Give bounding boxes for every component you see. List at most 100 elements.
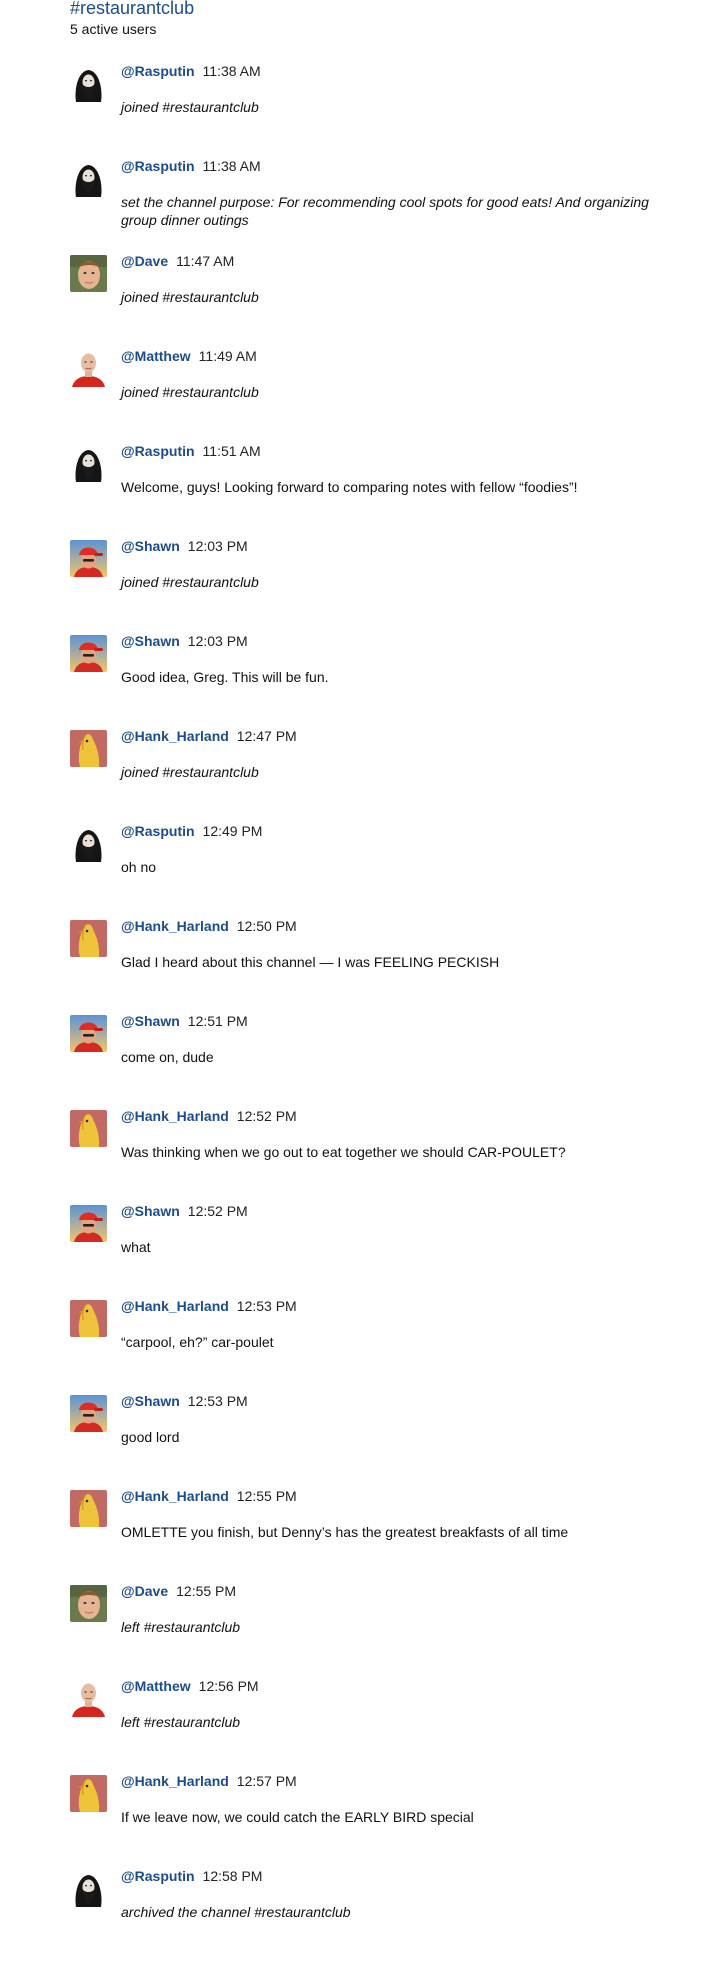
hank-avatar-icon[interactable] (70, 1300, 107, 1337)
system-message-text: joined #restaurantclub (121, 574, 259, 590)
message-item: @Hank_Harland 12:47 PM joined #restaurantc… (70, 728, 690, 823)
message-timestamp[interactable]: 11:49 AM (199, 348, 257, 364)
username-link[interactable]: @Rasputin (121, 823, 195, 839)
message-timestamp[interactable]: 12:57 PM (237, 1773, 297, 1789)
dave-avatar-icon[interactable] (70, 255, 107, 292)
message-item: @Rasputin 11:51 AM Welcome, guys! Looking … (70, 443, 690, 538)
username-link[interactable]: @Shawn (121, 538, 180, 554)
system-message-text: left #restaurantclub (121, 1619, 241, 1635)
dave-avatar-icon[interactable] (70, 1585, 107, 1622)
username-link[interactable]: @Hank_Harland (121, 1298, 229, 1314)
message-item: @Dave 11:47 AM joined #restaurantclub (70, 253, 690, 348)
message-header: @Matthew 12:56 PM (121, 1678, 259, 1694)
system-message-text: joined #restaurantclub (121, 384, 259, 400)
username-link[interactable]: @Rasputin (121, 63, 195, 79)
message-text: good lord (121, 1429, 180, 1445)
username-link[interactable]: @Hank_Harland (121, 918, 229, 934)
username-link[interactable]: @Rasputin (121, 158, 195, 174)
message-item: @Hank_Harland 12:52 PM Was thinking when w… (70, 1108, 690, 1203)
message-header: @Hank_Harland 12:55 PM (121, 1488, 297, 1504)
message-timestamp[interactable]: 12:51 PM (188, 1013, 248, 1029)
username-link[interactable]: @Hank_Harland (121, 1488, 229, 1504)
message-item: @Matthew 11:49 AM joined #restaurantclub (70, 348, 690, 443)
active-users-count: 5 active users (70, 21, 157, 37)
message-timestamp[interactable]: 11:47 AM (176, 253, 234, 269)
message-item: @Rasputin 12:58 PM archived the channel #r… (70, 1868, 690, 1963)
rasputin-avatar-icon[interactable] (70, 1870, 107, 1907)
shawn-avatar-icon[interactable] (70, 1205, 107, 1242)
message-text: oh no (121, 859, 157, 875)
message-timestamp[interactable]: 12:47 PM (237, 728, 297, 744)
username-link[interactable]: @Matthew (121, 1678, 191, 1694)
message-item: @Dave 12:55 PM left #restaurantclub (70, 1583, 690, 1678)
username-link[interactable]: @Hank_Harland (121, 1108, 229, 1124)
hank-avatar-icon[interactable] (70, 1490, 107, 1527)
message-header: @Hank_Harland 12:47 PM (121, 728, 297, 744)
message-header: @Rasputin 11:38 AM (121, 158, 261, 174)
matthew-avatar-icon[interactable] (70, 350, 107, 387)
system-message-text: joined #restaurantclub (121, 764, 259, 780)
channel-title[interactable]: #restaurantclub (70, 0, 690, 18)
message-header: @Shawn 12:03 PM (121, 633, 248, 649)
message-header: @Rasputin 11:38 AM (121, 63, 261, 79)
hank-avatar-icon[interactable] (70, 730, 107, 767)
message-item: @Shawn 12:03 PM joined #restaurantclub (70, 538, 690, 633)
system-message-text: set the channel purpose: For recommendin… (121, 194, 649, 228)
message-timestamp[interactable]: 12:53 PM (237, 1298, 297, 1314)
message-text: what (121, 1239, 151, 1255)
hank-avatar-icon[interactable] (70, 1110, 107, 1147)
hank-avatar-icon[interactable] (70, 920, 107, 957)
username-link[interactable]: @Rasputin (121, 1868, 195, 1884)
system-message-text: left #restaurantclub (121, 1714, 241, 1730)
matthew-avatar-icon[interactable] (70, 1680, 107, 1717)
shawn-avatar-icon[interactable] (70, 635, 107, 672)
system-message-text: archived the channel #restaurantclub (121, 1904, 351, 1920)
message-timestamp[interactable]: 12:52 PM (188, 1203, 248, 1219)
message-header: @Rasputin 12:58 PM (121, 1868, 262, 1884)
message-text: “carpool, eh?” car-poulet (121, 1334, 274, 1350)
message-list: @Rasputin 11:38 AM joined #restaurantclub @… (70, 63, 690, 1963)
shawn-avatar-icon[interactable] (70, 1395, 107, 1432)
message-timestamp[interactable]: 11:38 AM (203, 158, 261, 174)
message-timestamp[interactable]: 11:38 AM (203, 63, 261, 79)
message-item: @Hank_Harland 12:55 PM OMLETTE you finish,… (70, 1488, 690, 1583)
message-item: @Rasputin 11:38 AM set the channel purpose… (70, 158, 690, 253)
rasputin-avatar-icon[interactable] (70, 825, 107, 862)
message-header: @Shawn 12:51 PM (121, 1013, 248, 1029)
hank-avatar-icon[interactable] (70, 1775, 107, 1812)
username-link[interactable]: @Hank_Harland (121, 1773, 229, 1789)
message-timestamp[interactable]: 12:50 PM (237, 918, 297, 934)
system-message-text: joined #restaurantclub (121, 289, 259, 305)
message-text: If we leave now, we could catch the EARL… (121, 1809, 474, 1825)
username-link[interactable]: @Rasputin (121, 443, 195, 459)
message-timestamp[interactable]: 12:55 PM (237, 1488, 297, 1504)
message-timestamp[interactable]: 12:56 PM (199, 1678, 259, 1694)
message-timestamp[interactable]: 12:53 PM (188, 1393, 248, 1409)
message-timestamp[interactable]: 12:03 PM (188, 538, 248, 554)
rasputin-avatar-icon[interactable] (70, 160, 107, 197)
message-timestamp[interactable]: 12:03 PM (188, 633, 248, 649)
channel-header: #restaurantclub 5 active users (70, 0, 690, 38)
username-link[interactable]: @Dave (121, 1583, 168, 1599)
rasputin-avatar-icon[interactable] (70, 65, 107, 102)
message-timestamp[interactable]: 12:52 PM (237, 1108, 297, 1124)
message-item: @Matthew 12:56 PM left #restaurantclub (70, 1678, 690, 1773)
message-timestamp[interactable]: 12:49 PM (203, 823, 263, 839)
message-header: @Rasputin 11:51 AM (121, 443, 261, 459)
message-text: OMLETTE you finish, but Denny’s has the … (121, 1524, 569, 1540)
message-header: @Shawn 12:52 PM (121, 1203, 248, 1219)
rasputin-avatar-icon[interactable] (70, 445, 107, 482)
message-header: @Shawn 12:03 PM (121, 538, 248, 554)
username-link[interactable]: @Shawn (121, 633, 180, 649)
username-link[interactable]: @Hank_Harland (121, 728, 229, 744)
username-link[interactable]: @Shawn (121, 1203, 180, 1219)
shawn-avatar-icon[interactable] (70, 1015, 107, 1052)
shawn-avatar-icon[interactable] (70, 540, 107, 577)
username-link[interactable]: @Dave (121, 253, 168, 269)
username-link[interactable]: @Matthew (121, 348, 191, 364)
message-timestamp[interactable]: 12:58 PM (203, 1868, 263, 1884)
username-link[interactable]: @Shawn (121, 1013, 180, 1029)
message-timestamp[interactable]: 11:51 AM (203, 443, 261, 459)
message-timestamp[interactable]: 12:55 PM (176, 1583, 236, 1599)
username-link[interactable]: @Shawn (121, 1393, 180, 1409)
